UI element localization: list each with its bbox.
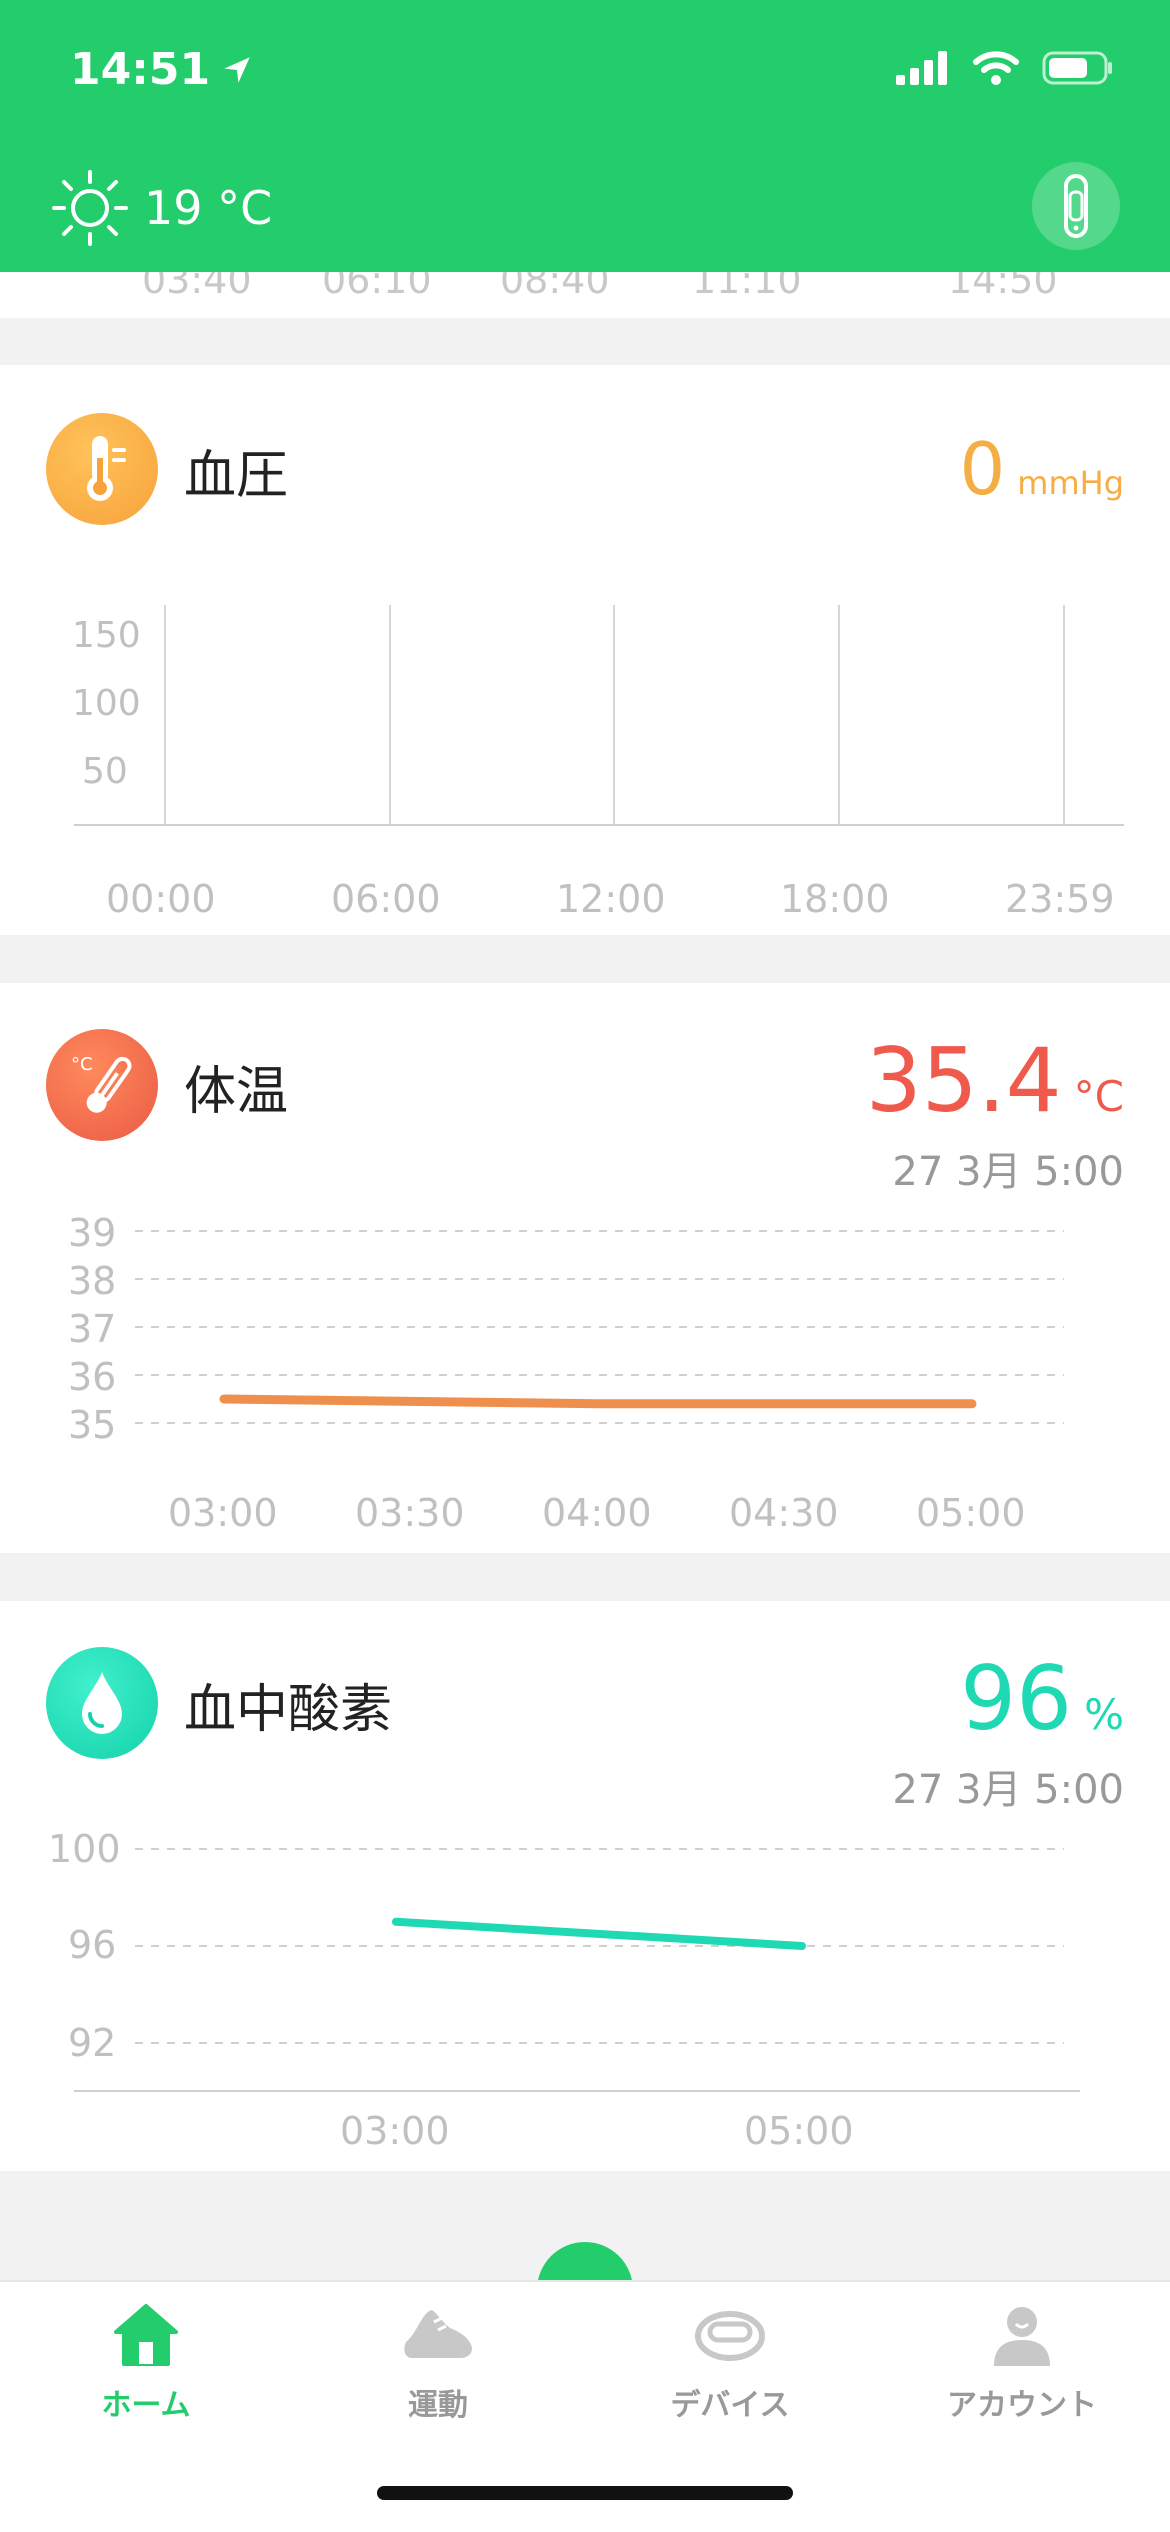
smartwatch-icon [1064, 174, 1088, 238]
water-drop-icon [46, 1647, 158, 1759]
tab-device[interactable]: デバイス [630, 2302, 830, 2424]
body-temperature-value: 35.4 °C [866, 1029, 1124, 1132]
location-arrow-icon [224, 56, 250, 83]
clock-text: 14:51 [70, 44, 211, 95]
oxygen-series-line [392, 1917, 806, 1950]
tab-account[interactable]: アカウント [922, 2302, 1122, 2424]
tab-label: デバイス [670, 2388, 790, 2423]
running-shoe-icon [404, 2310, 472, 2358]
weather-display: 19 °C [50, 168, 272, 248]
axis-tick-label: 14:50 [948, 272, 1058, 302]
app-header: 14:51 19 °C [0, 0, 1170, 272]
thermometer-celsius-icon: °C [46, 1029, 158, 1141]
status-bar-icons [896, 50, 1114, 86]
axis-tick-label: 06:10 [322, 272, 432, 302]
blood-oxygen-value: 96 % [960, 1647, 1124, 1750]
temperature-series-line [219, 1394, 977, 1409]
x-tick-label: 06:00 [331, 877, 441, 921]
blood-oxygen-card[interactable]: 血中酸素 96 % 27 3月 5:00 100 96 92 03:00 05:… [0, 1601, 1170, 2171]
previous-chart-axis: 03:40 06:10 08:40 11:10 14:50 [0, 272, 1170, 318]
account-icon [994, 2307, 1050, 2366]
x-tick-label: 12:00 [556, 877, 666, 921]
sun-icon [52, 170, 128, 246]
tab-exercise[interactable]: 運動 [338, 2302, 538, 2424]
tab-label: 運動 [408, 2388, 468, 2423]
card-title: 血中酸素 [184, 1680, 393, 1740]
value-number: 35.4 [865, 1029, 1062, 1132]
value-number: 96 [960, 1647, 1073, 1750]
tab-home[interactable]: ホーム [46, 2302, 246, 2424]
status-bar-time: 14:51 [70, 44, 254, 95]
blood-pressure-value: 0 mmHg [959, 427, 1124, 511]
card-title: 体温 [184, 1062, 289, 1122]
tab-label: ホーム [101, 2388, 191, 2423]
tab-label: アカウント [947, 2388, 1097, 2423]
x-tick-label: 03:00 [168, 1491, 278, 1535]
x-tick-label: 05:00 [744, 2109, 854, 2153]
body-temperature-chart [135, 1230, 1064, 1424]
battery-icon [1042, 51, 1112, 85]
x-tick-label: 03:00 [340, 2109, 450, 2153]
home-icon [114, 2304, 178, 2366]
x-tick-label: 04:00 [542, 1491, 652, 1535]
svg-text:°C: °C [71, 1054, 93, 1075]
x-tick-label: 05:00 [916, 1491, 1026, 1535]
thermometer-icon [46, 413, 158, 525]
blood-pressure-chart [74, 605, 1124, 826]
axis-tick-label: 08:40 [500, 272, 610, 302]
weather-temperature: 19 °C [144, 181, 273, 235]
body-temperature-card[interactable]: °C 体温 35.4 °C 27 3月 5:00 39 38 37 36 35 … [0, 983, 1170, 1553]
value-number: 0 [959, 427, 1006, 511]
blood-oxygen-chart [74, 1848, 1080, 2092]
axis-tick-label: 11:10 [692, 272, 802, 302]
value-unit: mmHg [1017, 464, 1124, 502]
axis-tick-label: 03:40 [142, 272, 252, 302]
x-tick-label: 23:59 [1005, 877, 1115, 921]
cellular-signal-icon [896, 51, 947, 85]
x-tick-label: 03:30 [355, 1491, 465, 1535]
blood-pressure-card[interactable]: 血圧 0 mmHg 150 100 50 00:00 06:00 12:00 1… [0, 365, 1170, 935]
card-title: 血圧 [184, 446, 289, 506]
smart-band-icon [695, 2311, 765, 2361]
value-unit: % [1084, 1690, 1124, 1739]
home-indicator [377, 2486, 793, 2500]
x-tick-label: 04:30 [729, 1491, 839, 1535]
device-sync-button[interactable] [1032, 162, 1120, 250]
x-tick-label: 18:00 [780, 877, 890, 921]
wifi-icon [973, 51, 1019, 85]
x-tick-label: 00:00 [106, 877, 216, 921]
value-unit: °C [1073, 1072, 1124, 1121]
